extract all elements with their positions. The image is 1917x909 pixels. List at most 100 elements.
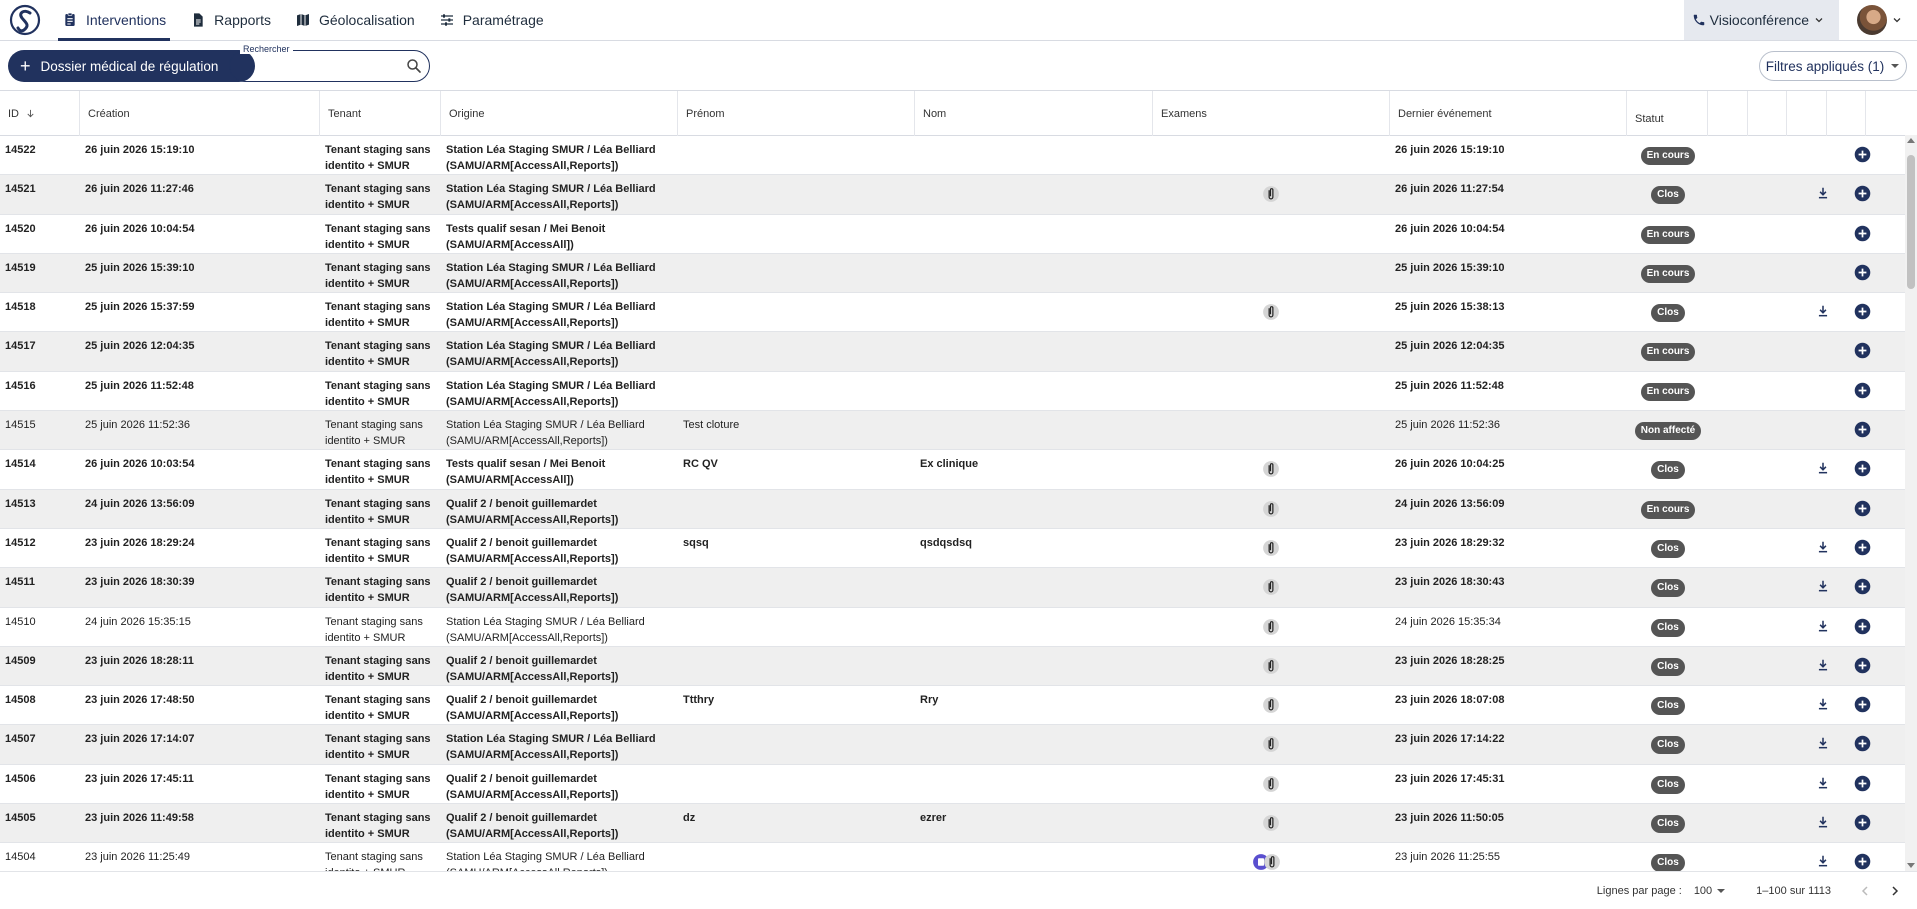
download-icon[interactable] — [1816, 186, 1830, 200]
add-circle-icon[interactable] — [1854, 539, 1871, 556]
add-circle-icon[interactable] — [1854, 657, 1871, 674]
scroll-down-icon[interactable] — [1907, 863, 1915, 868]
next-page-icon[interactable] — [1887, 883, 1903, 899]
attachment-icon[interactable] — [1263, 853, 1281, 871]
app-logo[interactable] — [0, 0, 50, 40]
column-header[interactable]: Origine — [441, 91, 678, 136]
visio-menu-button[interactable]: Visioconférence — [1683, 0, 1839, 40]
column-header[interactable]: ID — [0, 91, 80, 136]
add-circle-icon[interactable] — [1854, 500, 1871, 517]
cell-tenant: Tenant staging sans identito + SMUR — [325, 812, 431, 841]
attachment-icon[interactable] — [1262, 578, 1280, 596]
download-icon[interactable] — [1816, 461, 1830, 475]
table-row[interactable]: 14509 23 juin 2026 18:28:11 Tenant staging… — [0, 646, 1905, 687]
add-circle-icon[interactable] — [1854, 421, 1871, 438]
table-row[interactable]: 14520 26 juin 2026 10:04:54 Tenant staging… — [0, 215, 1905, 254]
table-row[interactable]: 14516 25 juin 2026 11:52:48 Tenant staging… — [0, 372, 1905, 412]
add-circle-icon[interactable] — [1854, 696, 1871, 713]
add-circle-icon[interactable] — [1854, 578, 1871, 595]
download-icon[interactable] — [1816, 854, 1830, 868]
add-circle-icon[interactable] — [1854, 303, 1871, 320]
download-icon[interactable] — [1816, 579, 1830, 593]
add-circle-icon[interactable] — [1854, 146, 1871, 163]
scroll-up-icon[interactable] — [1907, 138, 1915, 143]
nav-tab-geolocalisation[interactable]: Géolocalisation — [283, 0, 427, 40]
attachment-icon[interactable] — [1262, 775, 1280, 793]
column-header[interactable]: Création — [80, 91, 320, 136]
table-row[interactable]: 14512 23 juin 2026 18:29:24 Tenant staging… — [0, 529, 1905, 569]
attachment-icon[interactable] — [1262, 657, 1280, 675]
search-icon[interactable] — [405, 57, 423, 75]
add-circle-icon[interactable] — [1854, 382, 1871, 399]
download-icon[interactable] — [1816, 304, 1830, 318]
rows-per-page-select[interactable]: 100 — [1694, 885, 1726, 897]
column-header[interactable]: Examens — [1153, 91, 1390, 136]
table-row[interactable]: 14515 25 juin 2026 11:52:36 Tenant staging… — [0, 411, 1905, 451]
download-icon[interactable] — [1816, 776, 1830, 790]
previous-page-icon[interactable] — [1857, 883, 1873, 899]
nav-tab-parametrage[interactable]: Paramétrage — [427, 0, 556, 40]
column-header[interactable]: Prénom — [678, 91, 915, 136]
table-row[interactable]: 14517 25 juin 2026 12:04:35 Tenant staging… — [0, 332, 1905, 372]
table-row[interactable]: 14519 25 juin 2026 15:39:10 Tenant staging… — [0, 253, 1905, 294]
add-circle-icon[interactable] — [1854, 225, 1871, 242]
download-icon[interactable] — [1816, 697, 1830, 711]
table-row[interactable]: 14522 26 juin 2026 15:19:10 Tenant staging… — [0, 136, 1905, 176]
add-circle-icon[interactable] — [1854, 618, 1871, 635]
table-row[interactable]: 14513 24 juin 2026 13:56:09 Tenant staging… — [0, 489, 1905, 529]
attachment-icon[interactable] — [1262, 303, 1280, 321]
attachment-icon[interactable] — [1262, 735, 1280, 753]
cell-statut: Clos — [1627, 765, 1708, 803]
attachment-icon[interactable] — [1262, 814, 1280, 832]
cell-tenant: Tenant staging sans identito + SMUR — [325, 458, 431, 487]
row-actions — [1708, 725, 1905, 763]
row-actions — [1708, 175, 1905, 213]
attachment-icon[interactable] — [1262, 696, 1280, 714]
add-circle-icon[interactable] — [1854, 264, 1871, 281]
table-row[interactable]: 14508 23 juin 2026 17:48:50 Tenant staging… — [0, 686, 1905, 726]
column-header[interactable]: Tenant — [320, 91, 441, 136]
attachment-icon[interactable] — [1262, 539, 1280, 557]
column-header[interactable]: Dernier événement — [1390, 91, 1627, 136]
download-icon[interactable] — [1816, 540, 1830, 554]
search-input[interactable] — [242, 57, 392, 77]
table-row[interactable]: 14510 24 juin 2026 15:35:15 Tenant staging… — [0, 608, 1905, 647]
cell-nom: Ex clinique — [920, 458, 979, 471]
attachment-icon[interactable] — [1262, 185, 1280, 203]
table-row[interactable]: 14521 26 juin 2026 11:27:46 Tenant staging… — [0, 175, 1905, 215]
add-circle-icon[interactable] — [1854, 853, 1871, 870]
cell-tenant: Tenant staging sans identito + SMUR — [325, 536, 431, 565]
table-row[interactable]: 14514 26 juin 2026 10:03:54 Tenant staging… — [0, 450, 1905, 490]
filters-button[interactable]: Filtres appliqués (1) — [1759, 51, 1907, 81]
column-header[interactable]: Nom — [915, 91, 1153, 136]
search-field[interactable]: Rechercher — [229, 44, 430, 82]
add-circle-icon[interactable] — [1854, 814, 1871, 831]
sort-descending-icon[interactable] — [25, 108, 36, 119]
table-row[interactable]: 14518 25 juin 2026 15:37:59 Tenant staging… — [0, 293, 1905, 333]
new-medical-file-button[interactable]: + Dossier médical de régulation — [8, 50, 255, 82]
download-icon[interactable] — [1816, 736, 1830, 750]
download-icon[interactable] — [1816, 815, 1830, 829]
cell-examens — [1153, 647, 1390, 685]
vertical-scrollbar[interactable] — [1905, 135, 1917, 871]
download-icon[interactable] — [1816, 619, 1830, 633]
add-circle-icon[interactable] — [1854, 342, 1871, 359]
add-circle-icon[interactable] — [1854, 775, 1871, 792]
nav-tab-interventions[interactable]: Interventions — [50, 0, 178, 41]
table-row[interactable]: 14511 23 juin 2026 18:30:39 Tenant staging… — [0, 568, 1905, 608]
scrollbar-thumb[interactable] — [1907, 155, 1915, 289]
add-circle-icon[interactable] — [1854, 185, 1871, 202]
attachment-icon[interactable] — [1262, 500, 1280, 518]
download-icon[interactable] — [1816, 658, 1830, 672]
table-row[interactable]: 14507 23 juin 2026 17:14:07 Tenant staging… — [0, 725, 1905, 765]
table-row[interactable]: 14505 23 juin 2026 11:49:58 Tenant staging… — [0, 804, 1905, 844]
add-circle-icon[interactable] — [1854, 460, 1871, 477]
user-menu[interactable] — [1839, 0, 1917, 40]
table-row[interactable]: 14506 23 juin 2026 17:45:11 Tenant staging… — [0, 765, 1905, 805]
table-row[interactable]: 14504 23 juin 2026 11:25:49 Tenant staging… — [0, 843, 1905, 871]
attachment-icon[interactable] — [1262, 618, 1280, 636]
nav-tab-rapports[interactable]: Rapports — [178, 0, 283, 40]
attachment-icon[interactable] — [1262, 460, 1280, 478]
column-header[interactable]: Statut — [1627, 91, 1708, 136]
add-circle-icon[interactable] — [1854, 735, 1871, 752]
